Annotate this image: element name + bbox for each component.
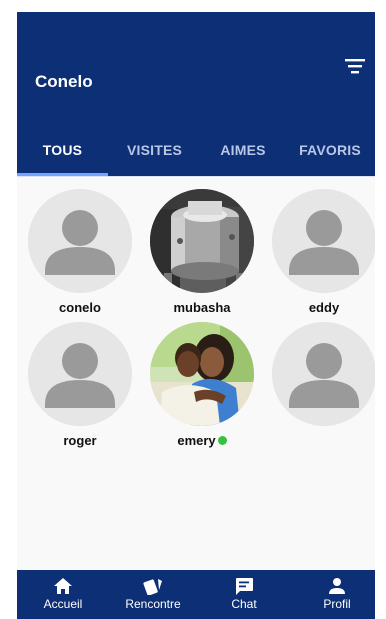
nav-chat[interactable]: Chat [213,570,275,619]
person-icon [329,578,345,594]
avatar [150,322,254,426]
tab-bar: TOUS VISITES AIMES FAVORIS [17,142,375,177]
avatar [272,189,375,293]
user-name: mubasha [173,300,231,315]
user-card[interactable]: roger [28,322,132,448]
person-placeholder-icon [28,322,132,426]
avatar [272,322,375,426]
tab-tous[interactable]: TOUS [17,142,108,177]
nav-label: Accueil [43,597,83,611]
avatar [150,189,254,293]
nav-accueil[interactable]: Accueil [27,570,99,619]
person-placeholder-icon [272,322,375,426]
online-status-dot [217,436,227,446]
person-placeholder-icon [28,189,132,293]
user-name: conelo [59,300,101,315]
cards-icon [143,579,162,595]
avatar [28,189,132,293]
user-name: roger [63,433,97,448]
tab-visites[interactable]: VISITES [108,142,201,177]
user-name-text: emery [177,433,216,448]
user-card[interactable] [272,322,375,433]
filter-button[interactable] [343,56,367,78]
filter-icon [345,59,365,74]
nav-label: Chat [231,597,257,611]
couple-photo [150,322,254,426]
page-title: Conelo [35,72,93,91]
cooking-pot-photo [150,189,254,293]
user-grid: conelo mubasha eddy roger emery [17,177,375,572]
bottom-navigation: Accueil Rencontre Chat Profil [17,570,375,619]
user-card[interactable]: emery [150,322,254,448]
user-name: emery [150,433,254,448]
chat-icon [236,578,253,595]
nav-rencontre[interactable]: Rencontre [115,570,191,619]
user-name: eddy [308,300,340,315]
person-placeholder-icon [272,189,375,293]
avatar [28,322,132,426]
nav-profil[interactable]: Profil [307,570,367,619]
app-screen: Conelo TOUS VISITES AIMES FAVORIS conelo… [17,12,375,619]
nav-label: Rencontre [125,597,181,611]
user-card[interactable]: eddy [272,189,375,315]
tab-favoris[interactable]: FAVORIS [285,142,375,177]
nav-label: Profil [323,597,351,611]
user-card[interactable]: mubasha [150,189,254,315]
tab-aimes[interactable]: AIMES [201,142,285,177]
home-icon [54,578,72,594]
user-card[interactable]: conelo [28,189,132,315]
